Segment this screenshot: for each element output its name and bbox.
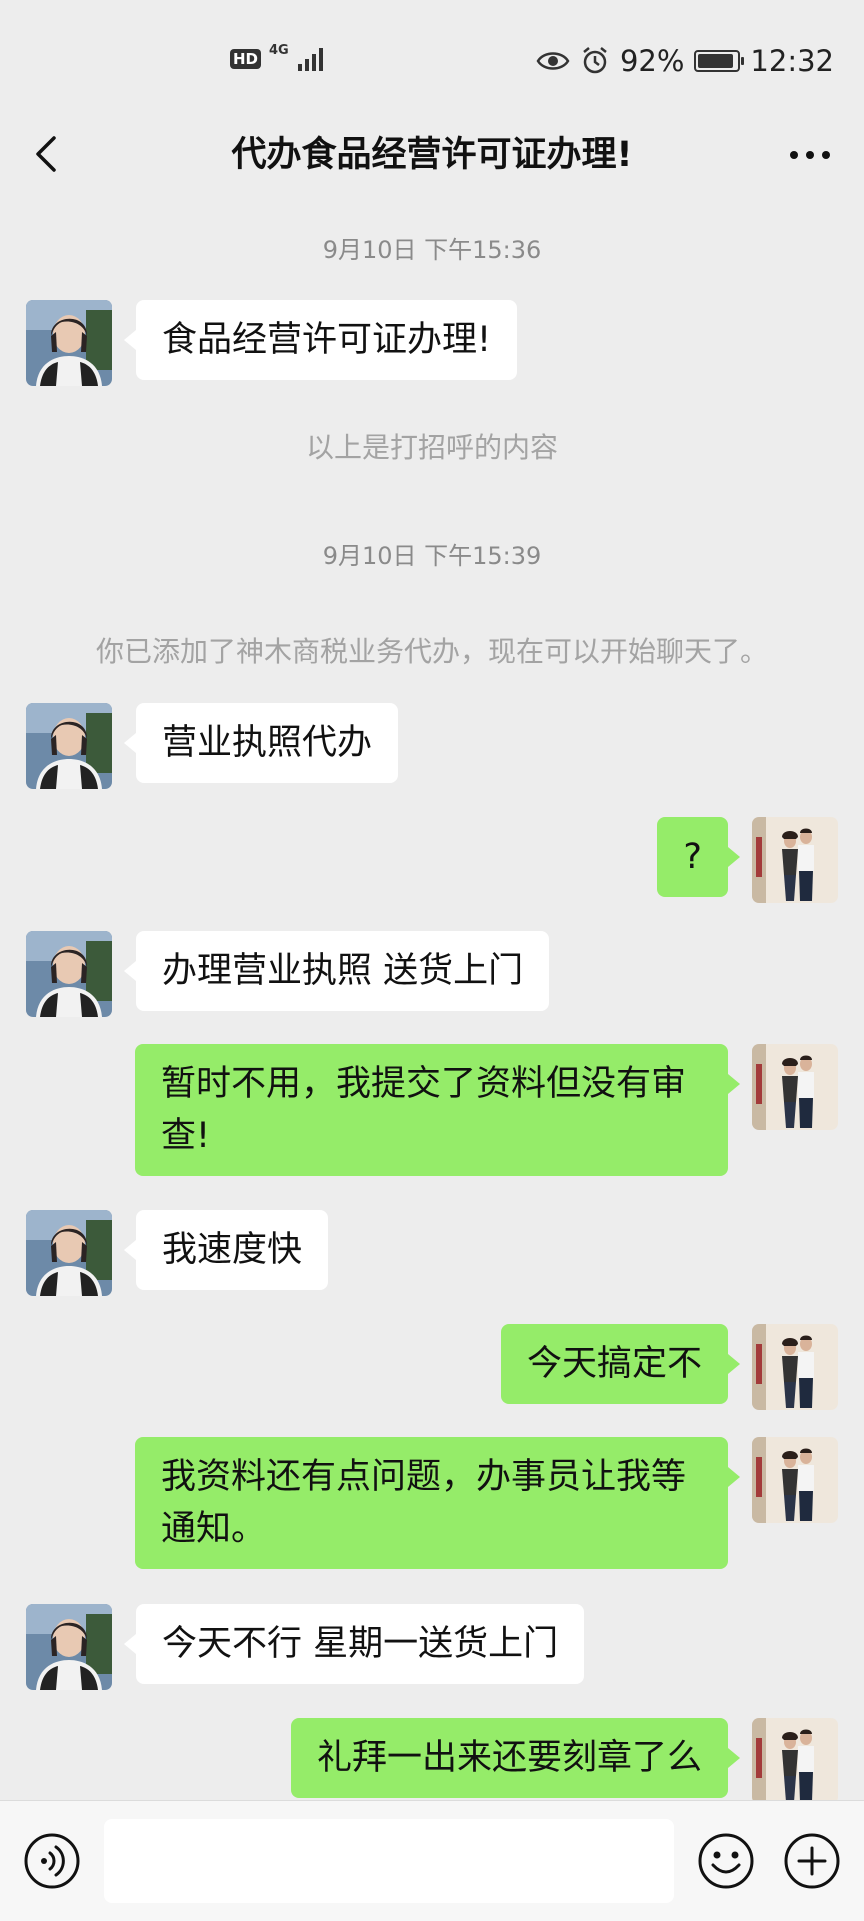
- battery-percent: 92%: [619, 44, 685, 78]
- message-bubble[interactable]: 暂时不用，我提交了资料但没有审查!: [135, 1044, 740, 1176]
- contact-avatar[interactable]: [26, 703, 112, 789]
- chat-area[interactable]: 9月10日 下午15:36 食品经营许可证办理! 以上是打招呼的内容 9月10日…: [0, 200, 864, 1800]
- contact-avatar[interactable]: [26, 931, 112, 1017]
- status-bar: HD 4G 92% 12:32: [0, 0, 864, 120]
- message-bubble[interactable]: 礼拜一出来还要刻章了么: [290, 1718, 741, 1798]
- contact-avatar[interactable]: [26, 300, 112, 386]
- clock: 12:32: [750, 44, 834, 78]
- message-bubble[interactable]: 我速度快: [123, 1210, 329, 1290]
- alarm-icon: [583, 47, 607, 74]
- network-type: 4G: [269, 43, 289, 58]
- timestamp: 9月10日 下午15:39: [322, 542, 542, 570]
- battery-icon: [694, 50, 745, 72]
- message-bubble[interactable]: 我资料还有点问题，办事员让我等通知。: [135, 1437, 740, 1569]
- nav-bar: 代办食品经营许可证办理!: [0, 110, 864, 200]
- battery-level: [698, 54, 734, 68]
- more-dots-icon[interactable]: [786, 140, 834, 170]
- message-bubble[interactable]: 今天搞定不: [500, 1324, 741, 1404]
- message-bubble[interactable]: 办理营业执照 送货上门: [123, 931, 550, 1011]
- message-bubble[interactable]: 今天不行 星期一送货上门: [123, 1604, 585, 1684]
- self-avatar[interactable]: [752, 1044, 838, 1130]
- message-bubble[interactable]: 食品经营许可证办理!: [123, 300, 518, 380]
- contact-avatar[interactable]: [26, 1604, 112, 1690]
- voice-icon[interactable]: [22, 1831, 82, 1891]
- message-input[interactable]: [104, 1819, 674, 1903]
- timestamp: 9月10日 下午15:36: [322, 236, 542, 264]
- message-bubble[interactable]: 营业执照代办: [123, 703, 399, 783]
- contact-avatar[interactable]: [26, 1210, 112, 1296]
- self-avatar[interactable]: [752, 1718, 838, 1800]
- emoji-icon[interactable]: [696, 1831, 756, 1891]
- hd-badge: HD: [230, 49, 262, 69]
- eye-icon: [536, 52, 570, 70]
- status-right: 92% 12:32: [536, 44, 834, 78]
- status-network: HD 4G: [230, 43, 327, 72]
- message-bubble[interactable]: ?: [657, 817, 740, 897]
- plus-icon[interactable]: [782, 1831, 842, 1891]
- chevron-left-icon[interactable]: [26, 132, 70, 176]
- signal-icon: [297, 48, 323, 71]
- chat-title: 代办食品经营许可证办理!: [231, 135, 633, 175]
- self-avatar[interactable]: [752, 817, 838, 903]
- self-avatar[interactable]: [752, 1324, 838, 1410]
- input-bar: [0, 1800, 864, 1921]
- system-note: 以上是打招呼的内容: [305, 431, 558, 464]
- system-note: 你已添加了神木商税业务代办，现在可以开始聊天了。: [95, 635, 768, 668]
- self-avatar[interactable]: [752, 1437, 838, 1523]
